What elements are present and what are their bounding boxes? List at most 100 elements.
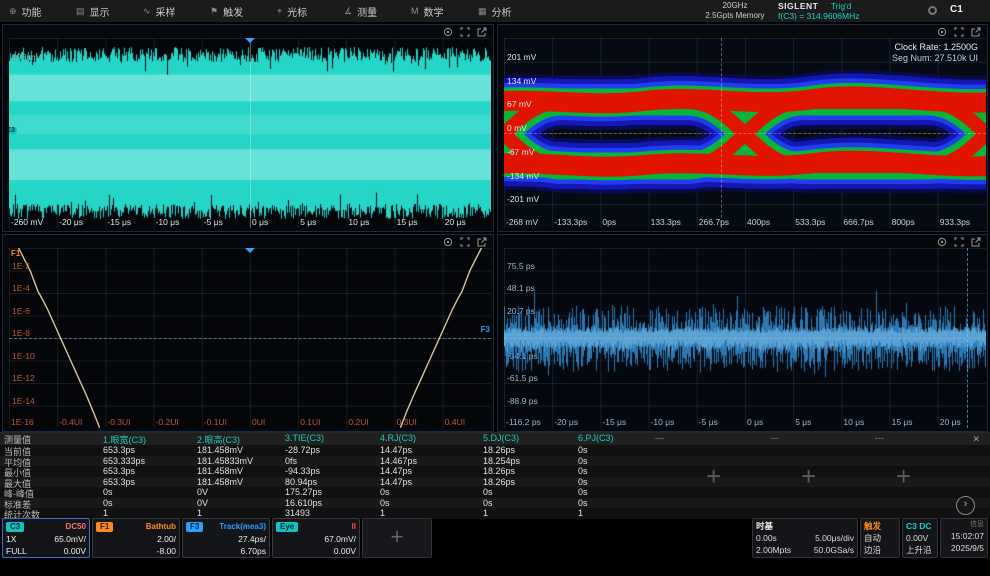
- panel-settings-icon[interactable]: [937, 237, 947, 247]
- panel-popout-icon[interactable]: [971, 27, 981, 37]
- table-close-icon[interactable]: ✕: [972, 434, 980, 445]
- measurement-cell: 14.47ps: [380, 477, 412, 487]
- cursor-icon: ⌖: [277, 6, 282, 17]
- menu-item-acquire[interactable]: ∿采样: [134, 0, 201, 22]
- measurement-cell: 175.27ps: [285, 487, 322, 497]
- descriptor-f1[interactable]: F1Bathtub2.00/-8.00: [92, 518, 180, 558]
- timebase-samplerate: 50.0GSa/s: [814, 544, 854, 556]
- descriptor-row: 6.70ps: [183, 545, 269, 557]
- axis-label: 1E-6: [12, 306, 30, 316]
- memory-readout: 2.5Gpts Memory: [700, 11, 770, 21]
- descriptor-title: II: [352, 522, 356, 531]
- column-header[interactable]: 3.TIE(C3): [285, 433, 324, 443]
- trigger-slope: 上升沿: [906, 544, 932, 556]
- trigger-box[interactable]: 触发 自动 边沿: [860, 518, 900, 558]
- track-plot[interactable]: ▸ 75.5 ps48.1 ps20.7 ps-6.7 ps-34.1 ps-6…: [504, 248, 986, 428]
- trigger-source-title: C3 DC: [906, 520, 934, 532]
- panel-maximize-icon[interactable]: [954, 27, 964, 37]
- measurement-cell: 0s: [380, 498, 390, 508]
- measurement-cell: 1: [578, 508, 583, 518]
- measurement-table: 测量值1.眼宽(C3)2.眼高(C3)3.TIE(C3)4.RJ(C3)5.DJ…: [0, 432, 990, 519]
- panel-settings-icon[interactable]: [443, 237, 453, 247]
- panel-icons: [937, 237, 981, 247]
- column-header[interactable]: 5.DJ(C3): [483, 433, 519, 443]
- x-axis-labels: -268 mV-133.3ps0ps133.3ps266.7ps400ps533…: [504, 217, 986, 228]
- clock-date: 2025/9/5: [951, 542, 984, 554]
- timebase-title: 时基: [756, 520, 854, 532]
- measurement-cell: 0fs: [285, 456, 297, 466]
- clock-box[interactable]: 信息 15:02:07 2025/9/5: [940, 518, 988, 558]
- menu-item-function[interactable]: ⊕ 功能: [0, 0, 67, 22]
- column-header[interactable]: 6.PJ(C3): [578, 433, 614, 443]
- bathtub-plot[interactable]: F1 F3 1E-21E-41E-61E-81E-101E-121E-141E-…: [9, 248, 491, 428]
- trace-offset-marker[interactable]: ▸: [504, 331, 508, 340]
- knob-icon[interactable]: [928, 6, 937, 15]
- active-channel-button[interactable]: C1: [950, 4, 963, 15]
- axis-label: 800ps: [892, 217, 915, 227]
- menu-item-cursor[interactable]: ⌖光标: [268, 0, 335, 22]
- axis-label: -20 μs: [554, 417, 578, 427]
- column-header[interactable]: ---: [875, 433, 884, 443]
- trigger-source-box[interactable]: C3 DC 0.00V 上升沿: [902, 518, 938, 558]
- f1-label: F1: [11, 249, 20, 258]
- add-channel-button[interactable]: +: [362, 518, 432, 558]
- axis-label: -201 mV: [507, 194, 539, 204]
- table-row: 标准差0s0V16.610ps0s0s0s: [0, 498, 990, 509]
- descriptor-value: 27.4ps/: [238, 533, 266, 545]
- panel-maximize-icon[interactable]: [954, 237, 964, 247]
- channel-offset-marker[interactable]: C3: [9, 127, 17, 134]
- column-header[interactable]: 4.RJ(C3): [380, 433, 416, 443]
- add-measurement-button[interactable]: +: [801, 463, 816, 489]
- descriptor-header: C3DC50: [3, 519, 89, 533]
- menu-item-display[interactable]: ▤显示: [67, 0, 134, 22]
- add-measurement-button[interactable]: +: [706, 463, 721, 489]
- center-gridline: [250, 38, 251, 228]
- panel-popout-icon[interactable]: [477, 27, 487, 37]
- descriptor-c3[interactable]: C3DC501X65.0mV/FULL0.00V: [2, 518, 90, 558]
- panel-maximize-icon[interactable]: [460, 237, 470, 247]
- add-measurement-button[interactable]: +: [896, 463, 911, 489]
- axis-label: 0.2UI: [348, 417, 368, 427]
- descriptor-value: FULL: [6, 545, 27, 557]
- panel-jitter-track: ▸ 75.5 ps48.1 ps20.7 ps-6.7 ps-34.1 ps-6…: [497, 234, 988, 432]
- math-icon: Μ: [411, 6, 419, 16]
- eye-plot[interactable]: Clock Rate: 1.2500G Seg Num: 27.510k UI …: [504, 38, 986, 228]
- f3-edge-marker[interactable]: F3: [481, 325, 490, 334]
- menu-item-label: 分析: [492, 4, 512, 19]
- axis-label: 134 mV: [507, 76, 536, 86]
- descriptor-value: 0.00V: [334, 545, 356, 557]
- trigger-position-marker[interactable]: [245, 248, 255, 258]
- x-axis-labels: 1E-16-0.4UI-0.3UI-0.2UI-0.1UI0UI0.1UI0.2…: [9, 417, 491, 428]
- menu-item-measure[interactable]: ∡测量: [335, 0, 402, 22]
- column-header[interactable]: ---: [770, 433, 779, 443]
- gear-icon: ⊕: [9, 6, 17, 17]
- descriptor-row: FULL0.00V: [3, 545, 89, 557]
- trigger-position-marker[interactable]: [245, 38, 255, 48]
- axis-label: -20 μs: [59, 217, 83, 227]
- descriptor-eye[interactable]: EyeII67.0mV/0.00V: [272, 518, 360, 558]
- column-header[interactable]: ---: [655, 433, 664, 443]
- table-next-page-button[interactable]: ›: [956, 496, 975, 515]
- panel-settings-icon[interactable]: [937, 27, 947, 37]
- panel-popout-icon[interactable]: [477, 237, 487, 247]
- menu-item-trigger[interactable]: ⚑触发: [201, 0, 268, 22]
- channel-badge: F1: [96, 522, 113, 532]
- axis-label: 400ps: [747, 217, 770, 227]
- panel-popout-icon[interactable]: [971, 237, 981, 247]
- panel-maximize-icon[interactable]: [460, 27, 470, 37]
- descriptor-f3[interactable]: F3Track(mea3)27.4ps/6.70ps: [182, 518, 270, 558]
- table-row: 平均值653.333ps181.45833mV0fs14.467ps18.254…: [0, 456, 990, 467]
- menu-item-analysis[interactable]: ▦分析: [469, 0, 536, 22]
- axis-label: 0UI: [252, 417, 265, 427]
- trigger-mode: 自动: [864, 532, 881, 544]
- measurement-cell: 181.45833mV: [197, 456, 253, 466]
- timebase-box[interactable]: 时基 0.00s 5.00μs/div 2.00Mpts 50.0GSa/s: [752, 518, 858, 558]
- descriptor-value: -8.00: [157, 545, 176, 557]
- panel-settings-icon[interactable]: [443, 27, 453, 37]
- axis-label: 0 mV: [507, 123, 527, 133]
- measurement-cell: 18.26ps: [483, 466, 515, 476]
- scope-plot[interactable]: C3 195 mV130 mV65 mV0 mV-65 mV-130 mV-19…: [9, 38, 491, 228]
- measurement-cell: 14.467ps: [380, 456, 417, 466]
- menu-item-math[interactable]: Μ数学: [402, 0, 469, 22]
- menu-item-label: 功能: [22, 4, 42, 19]
